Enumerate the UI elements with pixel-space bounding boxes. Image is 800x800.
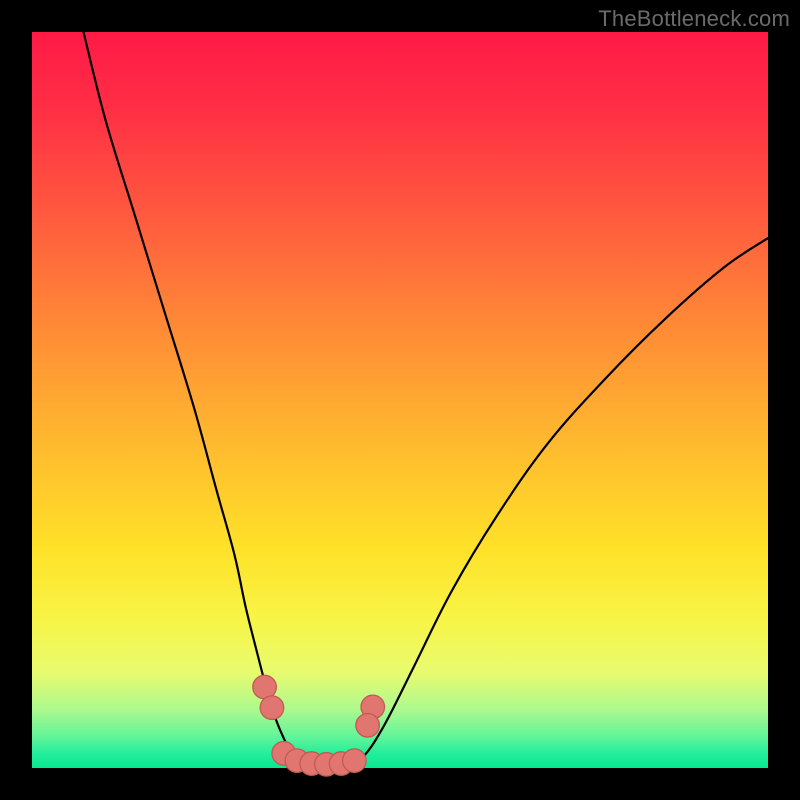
curve-overlay (32, 32, 768, 768)
floor-marker-6 (343, 749, 367, 773)
watermark-label: TheBottleneck.com (598, 6, 790, 32)
curve-left-branch (84, 32, 312, 764)
left-marker-lower (260, 696, 284, 720)
right-marker-lower (356, 714, 380, 738)
marker-group (253, 675, 385, 776)
chart-frame: TheBottleneck.com (0, 0, 800, 800)
curve-right-branch (356, 238, 768, 764)
plot-area (32, 32, 768, 768)
